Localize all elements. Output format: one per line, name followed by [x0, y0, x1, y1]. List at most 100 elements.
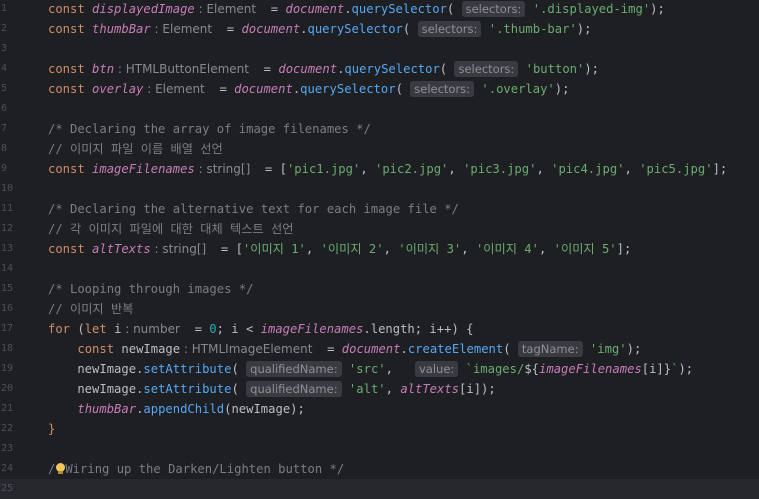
code-token: altTexts [400, 382, 460, 396]
line-number: 7 [1, 123, 8, 134]
code-text: const displayedImage : Element = documen… [48, 0, 665, 19]
code-token: newImage [121, 342, 181, 356]
code-token: newImage. [48, 362, 144, 376]
code-text: /* Declaring the alternative text for ea… [48, 199, 459, 219]
code-token: = [312, 342, 342, 356]
code-token: '.overlay' [474, 82, 555, 96]
code-token: createElement [407, 342, 504, 356]
code-line[interactable]: 16 // 이미지 반복 [0, 299, 759, 319]
code-token: ); [650, 2, 665, 16]
code-line[interactable]: 8 // 이미지 파일 이름 배열 선언 [0, 139, 759, 159]
code-token: thumbBar [77, 402, 137, 416]
code-token: const [77, 342, 122, 356]
line-number: 4 [1, 63, 8, 74]
code-token: ( [439, 62, 455, 76]
code-token: '이미지 1' [242, 242, 306, 256]
parameter-hint: qualifiedName: [246, 361, 342, 377]
code-line[interactable]: 15 /* Looping through images */ [0, 279, 759, 299]
code-token: ); [626, 342, 642, 356]
code-token: for [48, 322, 78, 336]
line-number: 2 [1, 23, 8, 34]
code-token: 0 [209, 322, 217, 336]
parameter-hint: selectors: [410, 81, 475, 97]
code-line[interactable]: 13 const altTexts : string[] = ['이미지 1', … [0, 239, 759, 259]
code-text: } [48, 419, 55, 439]
code-token: '.displayed-img' [525, 2, 651, 16]
code-line[interactable]: 18 const newImage : HTMLImageElement = d… [0, 339, 759, 359]
code-token: ( [231, 362, 247, 376]
code-token: ); [554, 82, 570, 96]
line-number: 1 [1, 3, 8, 14]
code-line[interactable]: 25 [0, 479, 759, 499]
code-text: // 각 이미지 파일에 대한 대체 텍스트 선언 [48, 219, 293, 239]
code-text: newImage.setAttribute( qualifiedName: 'a… [48, 379, 496, 399]
code-line[interactable]: 5 const overlay : Element = document.quer… [0, 79, 759, 99]
line-number: 9 [1, 163, 8, 174]
code-token: , [385, 382, 401, 396]
code-line[interactable]: 7 /* Declaring the array of image filenam… [0, 119, 759, 139]
code-line[interactable]: 2 const thumbBar : Element = document.que… [0, 19, 759, 39]
code-line[interactable]: 23 [0, 439, 759, 459]
code-line[interactable]: 17 for (let i : number = 0; i < imageFile… [0, 319, 759, 339]
parameter-hint: tagName: [517, 341, 583, 357]
line-number: 20 [1, 383, 14, 394]
code-token: 'src' [341, 362, 386, 376]
code-line[interactable]: 24 / Wiring up the Darken/Lighten button *… [0, 459, 759, 479]
code-line[interactable]: 9 const imageFilenames : string[] = ['pic… [0, 159, 759, 179]
code-token: ); [584, 62, 600, 76]
code-token: .length; i++) { [363, 322, 474, 336]
code-token: . [400, 342, 408, 356]
code-token: const [48, 22, 93, 36]
code-token: setAttribute [143, 382, 232, 396]
code-token: imageFilenames [260, 322, 364, 336]
parameter-hint: value: [414, 361, 459, 377]
lightbulb-icon[interactable] [55, 463, 66, 475]
code-line[interactable]: 6 [0, 99, 759, 119]
line-number: 21 [1, 403, 14, 414]
code-line[interactable]: 3 [0, 39, 759, 59]
code-token: let [84, 322, 115, 336]
code-token: setAttribute [143, 362, 232, 376]
code-line[interactable]: 11 /* Declaring the alternative text for … [0, 199, 759, 219]
line-number: 17 [1, 323, 14, 334]
line-number: 13 [1, 243, 14, 254]
type-hint: : string[] [150, 242, 207, 256]
code-line[interactable]: 20 newImage.setAttribute( qualifiedName:… [0, 379, 759, 399]
line-number: 22 [1, 423, 14, 434]
code-line[interactable]: 12 // 각 이미지 파일에 대한 대체 텍스트 선언 [0, 219, 759, 239]
code-token: [i]} [641, 362, 672, 376]
type-hint: : number [121, 322, 180, 336]
type-hint: : Element [150, 22, 213, 36]
code-editor[interactable]: 1 const displayedImage : Element = docume… [0, 0, 759, 499]
type-hint: : Element [194, 2, 257, 16]
code-token: ; i < [216, 322, 261, 336]
code-line[interactable]: 10 [0, 179, 759, 199]
code-token: ( [77, 322, 85, 336]
code-token: const [48, 82, 93, 96]
code-token: } [48, 422, 56, 436]
code-token: document [341, 342, 401, 356]
code-line[interactable]: 22} [0, 419, 759, 439]
code-line[interactable]: 4 const btn : HTMLButtonElement = documen… [0, 59, 759, 79]
line-number: 14 [1, 263, 14, 274]
code-token: // 이미지 파일 이름 배열 선언 [48, 142, 223, 156]
code-token: = [249, 62, 279, 76]
code-token: const [48, 162, 93, 176]
code-token: 'pic5.jpg' [639, 162, 713, 176]
type-hint: : HTMLButtonElement [114, 62, 249, 76]
code-token: // 이미지 반복 [48, 302, 134, 316]
code-token: , [536, 162, 552, 176]
code-line[interactable]: 21 thumbBar.appendChild(newImage); [0, 399, 759, 419]
code-token: /* Looping through images */ [48, 282, 254, 296]
code-line[interactable]: 1 const displayedImage : Element = docume… [0, 0, 759, 19]
code-token: const [48, 2, 93, 16]
code-token: ); [576, 22, 592, 36]
code-line[interactable]: 19 newImage.setAttribute( qualifiedName:… [0, 359, 759, 379]
code-text: /* Declaring the array of image filename… [48, 119, 371, 139]
line-number: 10 [1, 183, 14, 194]
code-token: [i]); [459, 382, 496, 396]
code-line[interactable]: 14 [0, 259, 759, 279]
code-token: . [344, 2, 352, 16]
code-token: . [300, 22, 308, 36]
code-token: querySelector [307, 22, 403, 36]
